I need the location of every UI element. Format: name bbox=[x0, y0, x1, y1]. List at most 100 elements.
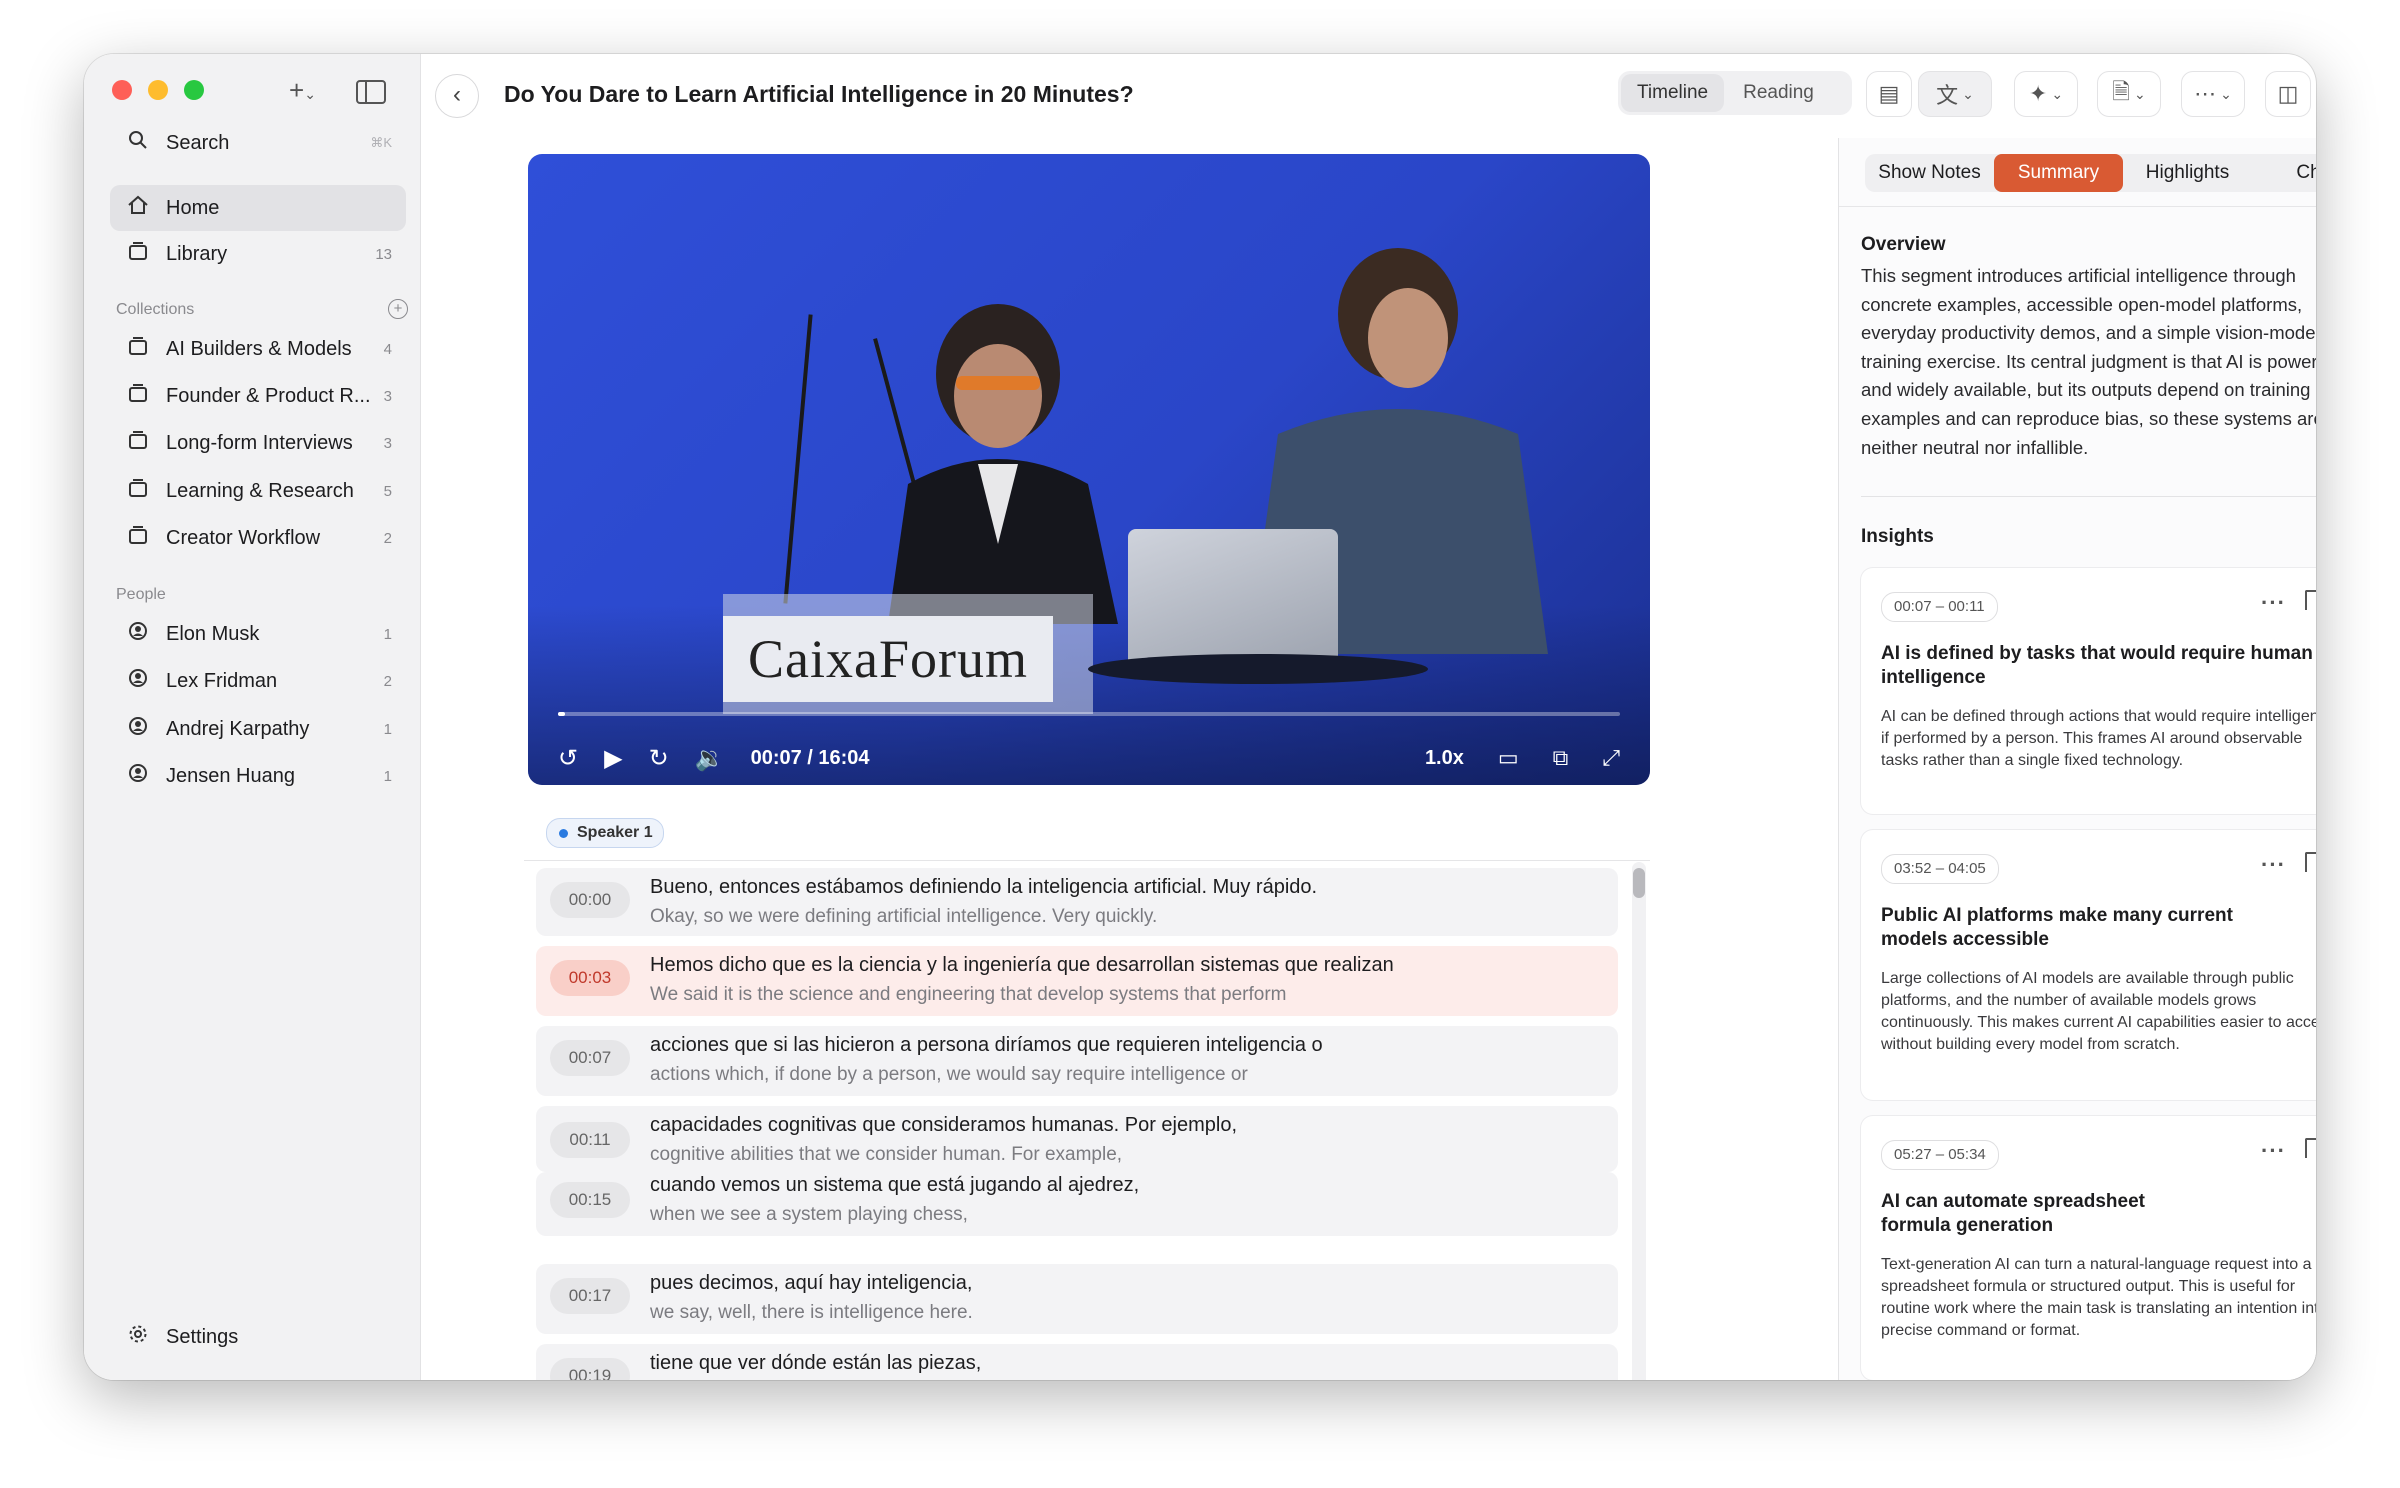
fullscreen-icon[interactable]: ⤢ bbox=[1602, 745, 1620, 771]
forward-10-button[interactable]: ↻ bbox=[649, 744, 669, 773]
rewind-10-button[interactable]: ↺ bbox=[558, 744, 578, 773]
plus-icon: + bbox=[289, 75, 305, 105]
collection-item[interactable]: Long-form Interviews 3 bbox=[110, 420, 406, 466]
timestamp-button[interactable]: 00:15 bbox=[550, 1182, 630, 1218]
tab-summary[interactable]: Summary bbox=[1994, 154, 2123, 192]
insight-card[interactable]: 05:27 – 05:34 ··· AI can automate spread… bbox=[1861, 1116, 2316, 1380]
toggle-panel-button[interactable]: ◫ bbox=[2265, 71, 2311, 117]
notes-button[interactable]: ▤ bbox=[1866, 71, 1912, 117]
playback-speed-button[interactable]: 1.0x bbox=[1425, 747, 1464, 770]
timestamp-button[interactable]: 00:11 bbox=[550, 1122, 630, 1158]
chevron-down-icon: ⌄ bbox=[304, 86, 316, 102]
more-icon[interactable]: ··· bbox=[2261, 1138, 2286, 1164]
segment-original-text: capacidades cognitivas que consideramos … bbox=[650, 1114, 1238, 1136]
zoom-window-button[interactable] bbox=[184, 80, 204, 100]
collection-item[interactable]: AI Builders & Models 4 bbox=[110, 326, 406, 372]
ai-button[interactable]: ✦ ⌄ bbox=[2014, 71, 2078, 117]
divider bbox=[524, 860, 1650, 861]
divider bbox=[1839, 206, 2316, 207]
person-label: Andrej Karpathy bbox=[166, 717, 310, 740]
insight-title: Public AI platforms make many current mo… bbox=[1881, 905, 2233, 950]
volume-icon[interactable]: 🔉 bbox=[695, 744, 725, 773]
sidebar-icon bbox=[364, 82, 367, 102]
speaker-badge[interactable]: Speaker 1 bbox=[546, 818, 664, 848]
back-button[interactable]: ‹ bbox=[435, 74, 479, 118]
scrollbar-thumb[interactable] bbox=[1633, 868, 1645, 898]
toolbar: ‹ Do You Dare to Learn Artificial Intell… bbox=[421, 54, 2316, 138]
insight-time-range[interactable]: 00:07 – 00:11 bbox=[1881, 592, 1998, 622]
sidebar-item-home[interactable]: Home bbox=[110, 185, 406, 231]
tab-chat[interactable]: Chat bbox=[2252, 154, 2316, 192]
collection-item[interactable]: Founder & Product R... 3 bbox=[110, 373, 406, 419]
video-progress-fill bbox=[558, 712, 566, 716]
add-menu-button[interactable]: +⌄ bbox=[289, 76, 316, 108]
search-icon bbox=[126, 130, 150, 156]
more-icon[interactable]: ··· bbox=[2261, 590, 2286, 616]
transcript-scrollbar[interactable] bbox=[1632, 862, 1646, 1380]
window-controls bbox=[112, 80, 204, 100]
video-progress-bar[interactable] bbox=[558, 712, 1620, 716]
minimize-window-button[interactable] bbox=[148, 80, 168, 100]
tab-highlights[interactable]: Highlights bbox=[2123, 154, 2252, 192]
transcript-segment[interactable]: 00:11 capacidades cognitivas que conside… bbox=[536, 1106, 1618, 1172]
collection-label: AI Builders & Models bbox=[166, 337, 352, 360]
bookmark-icon[interactable] bbox=[2305, 852, 2316, 877]
add-collection-icon[interactable]: + bbox=[388, 299, 408, 319]
person-label: Elon Musk bbox=[166, 622, 260, 645]
timestamp-button[interactable]: 00:07 bbox=[550, 1040, 630, 1076]
picture-in-picture-icon[interactable]: ⧉ bbox=[1553, 745, 1569, 771]
search-item[interactable]: Search ⌘K bbox=[110, 120, 406, 166]
segment-original-text: tiene que ver dónde están las piezas, bbox=[650, 1352, 982, 1374]
export-button[interactable]: 🗎 ⌄ bbox=[2097, 71, 2161, 117]
transcript-segment[interactable]: 00:15 cuando vemos un sistema que está j… bbox=[536, 1172, 1618, 1236]
tab-timeline[interactable]: Timeline bbox=[1621, 74, 1725, 112]
segment-original-text: pues decimos, aquí hay inteligencia, bbox=[650, 1272, 973, 1294]
transcript-segment[interactable]: 00:00 Bueno, entonces estábamos definien… bbox=[536, 868, 1618, 936]
ellipsis-circle-icon: ⋯ bbox=[2194, 81, 2217, 106]
insight-time-range[interactable]: 03:52 – 04:05 bbox=[1881, 854, 1999, 884]
bookmark-icon[interactable] bbox=[2305, 590, 2316, 615]
captions-icon[interactable]: ▭ bbox=[1498, 745, 1519, 771]
view-toggle: Timeline Reading bbox=[1618, 71, 1852, 115]
person-item[interactable]: Andrej Karpathy 1 bbox=[110, 706, 406, 752]
folder-icon bbox=[126, 430, 150, 456]
timestamp-button[interactable]: 00:00 bbox=[550, 882, 630, 918]
more-icon[interactable]: ··· bbox=[2261, 852, 2286, 878]
insight-time-range[interactable]: 05:27 – 05:34 bbox=[1881, 1140, 1999, 1170]
timestamp-button[interactable]: 00:19 bbox=[550, 1358, 630, 1380]
insight-card[interactable]: 00:07 – 00:11 ··· AI is defined by tasks… bbox=[1861, 568, 2316, 814]
insight-title: AI can automate spreadsheet formula gene… bbox=[1881, 1191, 2145, 1236]
sidebar-item-library[interactable]: Library 13 bbox=[110, 231, 406, 277]
transcript-segment-active[interactable]: 00:03 Hemos dicho que es la ciencia y la… bbox=[536, 946, 1618, 1016]
timestamp-button[interactable]: 00:17 bbox=[550, 1278, 630, 1314]
person-item[interactable]: Elon Musk 1 bbox=[110, 611, 406, 657]
play-button[interactable]: ▶ bbox=[604, 744, 622, 773]
person-item[interactable]: Lex Fridman 2 bbox=[110, 658, 406, 704]
close-window-button[interactable] bbox=[112, 80, 132, 100]
insight-card[interactable]: 03:52 – 04:05 ··· Public AI platforms ma… bbox=[1861, 830, 2316, 1100]
transcript-segment[interactable]: 00:17 pues decimos, aquí hay inteligenci… bbox=[536, 1264, 1618, 1334]
timestamp-button[interactable]: 00:03 bbox=[550, 960, 630, 996]
chevron-down-icon: ⌄ bbox=[2220, 85, 2232, 102]
bookmark-icon[interactable] bbox=[2305, 1138, 2316, 1163]
insight-body: Text-generation AI can turn a natural-la… bbox=[1881, 1256, 2316, 1339]
transcript-segment[interactable]: 00:07 acciones que si las hicieron a per… bbox=[536, 1026, 1618, 1096]
transcript-segment[interactable]: 00:19 tiene que ver dónde están las piez… bbox=[536, 1344, 1618, 1380]
collection-item[interactable]: Learning & Research 5 bbox=[110, 468, 406, 514]
person-count: 2 bbox=[383, 672, 392, 690]
home-icon bbox=[126, 195, 150, 221]
settings-item[interactable]: Settings bbox=[110, 1314, 406, 1360]
video-player[interactable]: CaixaForum ↺ ▶ ↻ 🔉 00:07 / 16:04 1.0x ▭ … bbox=[528, 154, 1650, 785]
segment-translation-text: Okay, so we were defining artificial int… bbox=[650, 906, 1158, 927]
library-icon bbox=[126, 241, 150, 267]
tab-reading[interactable]: Reading bbox=[1727, 74, 1830, 112]
sidebar: +⌄ Search ⌘K Home Library 13 Collections… bbox=[84, 54, 421, 1380]
person-icon bbox=[126, 621, 150, 647]
tab-show-notes[interactable]: Show Notes bbox=[1865, 154, 1994, 192]
toggle-sidebar-button[interactable] bbox=[355, 80, 386, 104]
person-item[interactable]: Jensen Huang 1 bbox=[110, 753, 406, 799]
translate-button[interactable]: 文 ⌄ bbox=[1918, 71, 1992, 117]
more-button[interactable]: ⋯ ⌄ bbox=[2181, 71, 2245, 117]
segment-translation-text: cognitive abilities that we consider hum… bbox=[650, 1144, 1123, 1165]
collection-item[interactable]: Creator Workflow 2 bbox=[110, 515, 406, 561]
